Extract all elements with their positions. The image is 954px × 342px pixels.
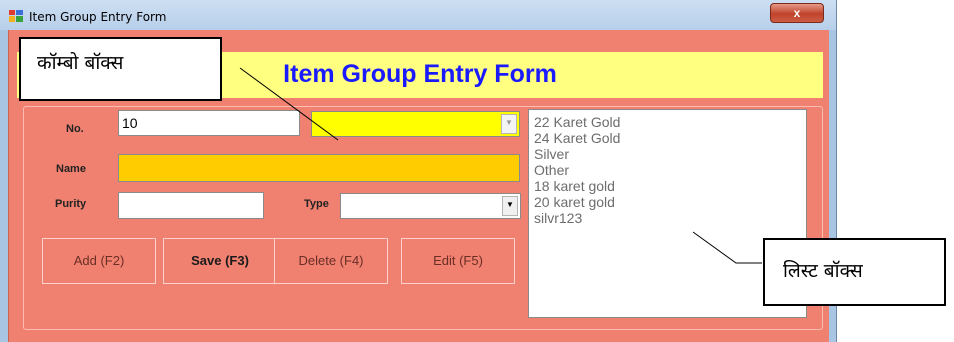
list-box-callout-text: लिस्ट बॉक्स: [783, 260, 863, 282]
combo-box-callout-text: कॉम्बो बॉक्स: [37, 52, 124, 74]
list-box-callout: लिस्ट बॉक्स: [763, 238, 946, 306]
combo-box-callout: कॉम्बो बॉक्स: [19, 37, 222, 101]
